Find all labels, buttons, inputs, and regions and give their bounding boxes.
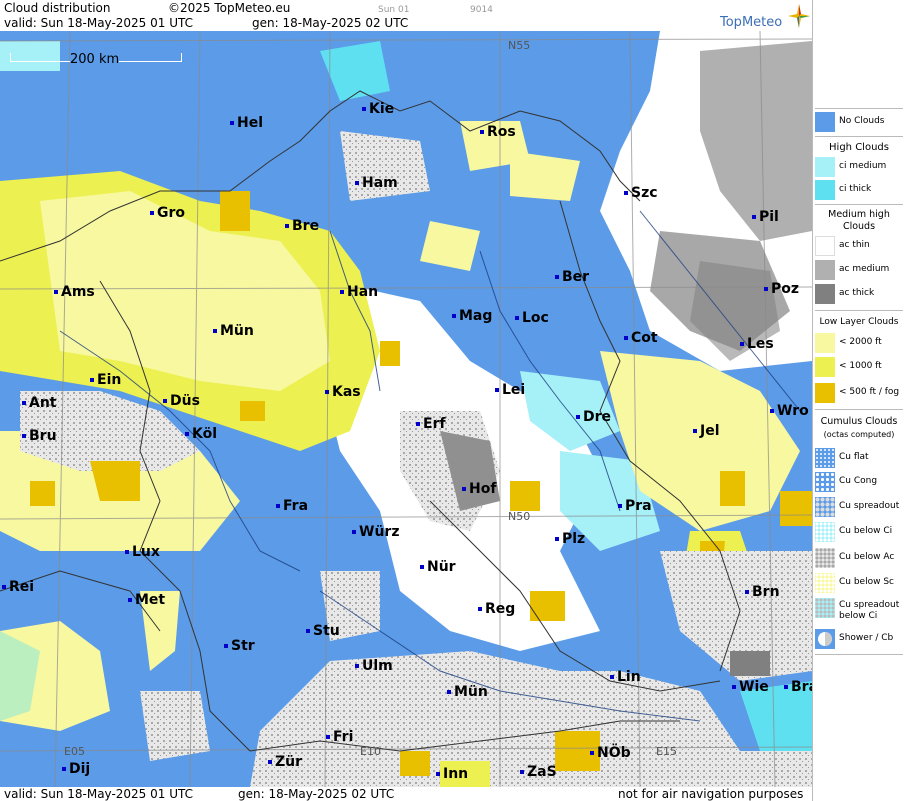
footer: valid: Sun 18-May-2025 01 UTC gen: 18-Ma… xyxy=(0,787,812,801)
city-label[interactable]: Mün xyxy=(213,323,254,339)
city-label[interactable]: Nür xyxy=(420,559,456,575)
city-label[interactable]: Str xyxy=(224,638,255,654)
city-label[interactable]: Cot xyxy=(624,330,658,346)
city-label[interactable]: Bra xyxy=(784,679,812,695)
city-label[interactable]: Brn xyxy=(745,584,780,600)
city-label[interactable]: Ber xyxy=(555,269,589,285)
legend-ac-thin: ac thin xyxy=(815,236,903,258)
map-title: Cloud distribution xyxy=(4,1,111,15)
grid-label-n55: N55 xyxy=(508,39,531,52)
grid-label-e10: E10 xyxy=(360,745,381,758)
city-label[interactable]: Bru xyxy=(22,428,57,444)
city-label[interactable]: Loc xyxy=(515,310,549,326)
city-label[interactable]: ZaS xyxy=(520,764,557,780)
city-label[interactable]: Szc xyxy=(624,185,658,201)
city-label[interactable]: Wie xyxy=(732,679,769,695)
grid-label-e05: E05 xyxy=(64,745,85,758)
gen-time: gen: 18-May-2025 02 UTC xyxy=(252,16,409,30)
city-label[interactable]: Köl xyxy=(185,426,217,442)
compass-star-icon xyxy=(788,4,810,28)
cloud-layer xyxy=(0,31,812,787)
city-label[interactable]: Jel xyxy=(693,423,720,439)
city-label[interactable]: Ein xyxy=(90,372,121,388)
city-label[interactable]: Stu xyxy=(306,623,340,639)
city-label[interactable]: Poz xyxy=(764,281,799,297)
valid-time: valid: Sun 18-May-2025 01 UTC xyxy=(4,16,193,30)
city-label[interactable]: Mün xyxy=(447,684,488,700)
header: Cloud distribution ©2025 TopMeteo.eu Sun… xyxy=(0,0,812,31)
city-label[interactable]: Fra xyxy=(276,498,308,514)
legend-heading-medium: Medium high Clouds xyxy=(828,209,890,232)
legend-cu-spreadout: Cu spreadout xyxy=(815,497,903,519)
run-label: Sun 01 xyxy=(378,5,410,15)
city-label[interactable]: Met xyxy=(128,592,165,608)
legend-cu-below-ac: Cu below Ac xyxy=(815,548,903,570)
city-label[interactable]: Lin xyxy=(610,669,641,685)
city-label[interactable]: Plz xyxy=(555,531,585,547)
city-label[interactable]: Ant xyxy=(22,395,57,411)
grid-label-e15: E15 xyxy=(656,745,677,758)
legend-ci-medium: ci medium xyxy=(815,157,903,179)
legend-no-clouds: No Clouds xyxy=(815,112,903,134)
city-label[interactable]: Pra xyxy=(618,498,652,514)
city-label[interactable]: Mag xyxy=(452,308,492,324)
footer-gen-time: gen: 18-May-2025 02 UTC xyxy=(238,787,395,801)
legend-ac-medium: ac medium xyxy=(815,260,903,282)
city-label[interactable]: Lei xyxy=(495,382,525,398)
shower-cb-icon xyxy=(818,632,832,646)
topmeteo-logo: TopMeteo xyxy=(720,15,783,30)
legend-panel: No Clouds High Clouds ci medium ci thick… xyxy=(812,0,904,801)
city-label[interactable]: Reg xyxy=(478,601,515,617)
legend-cu-spreadout-below-ci: Cu spreadout below Ci xyxy=(815,598,903,626)
city-label[interactable]: Düs xyxy=(163,393,200,409)
legend-cu-cong: Cu Cong xyxy=(815,472,903,494)
city-label[interactable]: Gro xyxy=(150,205,185,221)
city-label[interactable]: Würz xyxy=(352,524,399,540)
city-label[interactable]: Rei xyxy=(2,579,34,595)
legend-heading-high: High Clouds xyxy=(829,142,889,153)
city-label[interactable]: Ams xyxy=(54,284,95,300)
city-label[interactable]: Ulm xyxy=(355,658,393,674)
legend-heading-cumulus: Cumulus Clouds xyxy=(820,416,898,427)
city-label[interactable]: Hof xyxy=(462,481,496,497)
city-label[interactable]: Lux xyxy=(125,544,160,560)
legend-octas: (octas computed) xyxy=(823,430,895,439)
run-code: 9014 xyxy=(470,5,493,15)
city-label[interactable]: Wro xyxy=(770,403,809,419)
legend-cu-flat: Cu flat xyxy=(815,448,903,470)
legend-shower: Shower / Cb xyxy=(815,629,903,651)
disclaimer: not for air navigation purposes xyxy=(618,787,804,801)
legend-cu-below-sc: Cu below Sc xyxy=(815,573,903,595)
legend-cu-below-ci: Cu below Ci xyxy=(815,522,903,544)
city-label[interactable]: Les xyxy=(740,336,774,352)
city-label[interactable]: Ham xyxy=(355,175,398,191)
city-label[interactable]: Han xyxy=(340,284,378,300)
copyright: ©2025 TopMeteo.eu xyxy=(168,1,291,15)
legend-ci-thick: ci thick xyxy=(815,180,903,202)
city-label[interactable]: Bre xyxy=(285,218,319,234)
city-label[interactable]: Ros xyxy=(480,124,516,140)
city-label[interactable]: Dre xyxy=(576,409,611,425)
legend-ac-thick: ac thick xyxy=(815,284,903,306)
legend-low-2000: < 2000 ft xyxy=(815,333,903,355)
city-label[interactable]: Fri xyxy=(326,729,353,745)
cloud-map[interactable]: 200 km N55 N50 E05 E10 E15 Hel Kie Ros H… xyxy=(0,31,812,787)
city-label[interactable]: Kas xyxy=(325,384,361,400)
legend-low-500: < 500 ft / fog xyxy=(815,383,903,405)
legend-low-1000: < 1000 ft xyxy=(815,357,903,379)
city-label[interactable]: Zür xyxy=(268,754,302,770)
legend-heading-low: Low Layer Clouds xyxy=(819,317,899,327)
footer-valid-time: valid: Sun 18-May-2025 01 UTC xyxy=(4,787,193,801)
city-label[interactable]: Erf xyxy=(416,416,446,432)
scale-label: 200 km xyxy=(70,52,120,67)
grid-label-n50: N50 xyxy=(508,510,531,523)
city-label[interactable]: Kie xyxy=(362,101,394,117)
city-label[interactable]: Inn xyxy=(436,766,468,782)
city-label[interactable]: Dij xyxy=(62,761,90,777)
city-label[interactable]: NÖb xyxy=(590,745,631,761)
city-label[interactable]: Pil xyxy=(752,209,779,225)
city-label[interactable]: Hel xyxy=(230,115,263,131)
